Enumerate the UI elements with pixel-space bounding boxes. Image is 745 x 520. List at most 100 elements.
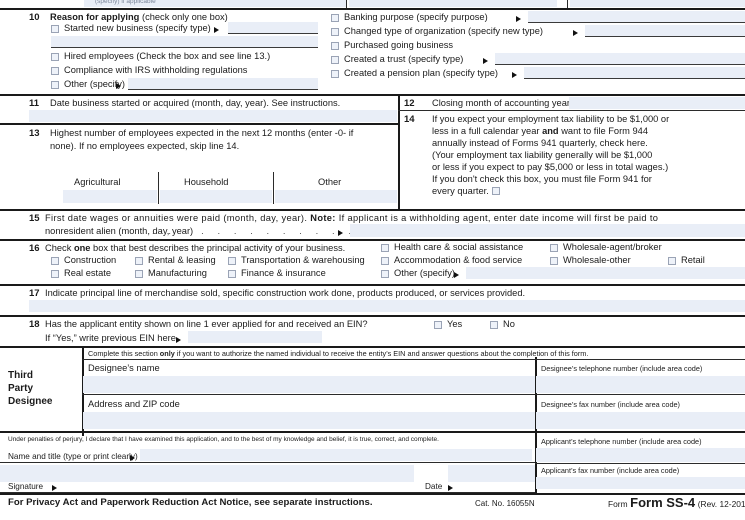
- field-changed-type-organization[interactable]: [585, 25, 745, 36]
- field-designee-fax[interactable]: [536, 412, 745, 429]
- line-13-text-line2: none). If no employees expected, skip li…: [50, 141, 240, 151]
- line-16-lead-b: box that best describes the principal ac…: [90, 243, 346, 253]
- label-accommodation-food-service: Accommodation & food service: [394, 255, 523, 265]
- label-started-new-business: Started new business (specify type): [64, 23, 211, 33]
- top-partial-divider-1: [346, 0, 347, 8]
- signature-label: Signature: [8, 482, 44, 491]
- rule-below-third-party-instruction: [82, 359, 745, 360]
- label-construction: Construction: [64, 255, 117, 265]
- divider-line-13-col1: [158, 172, 159, 204]
- arrow-created-trust: [483, 57, 488, 64]
- label-health-care-social-assistance: Health care & social assistance: [394, 242, 524, 252]
- label-created-pension-plan: Created a pension plan (specify type): [344, 68, 499, 78]
- field-designee-phone[interactable]: [536, 376, 745, 393]
- field-designee-address[interactable]: [83, 412, 535, 429]
- field-other-specify[interactable]: [128, 78, 318, 89]
- checkbox-other-specify-line16[interactable]: [381, 270, 389, 278]
- field-created-pension-plan[interactable]: [524, 67, 745, 78]
- field-date[interactable]: [448, 465, 535, 482]
- field-started-new-business[interactable]: [228, 22, 318, 33]
- top-partial-field-far-right[interactable]: [570, 0, 745, 7]
- underline-changed-type-organization: [585, 36, 745, 37]
- arrow-banking-purpose: [516, 15, 521, 22]
- checkbox-started-new-business[interactable]: [51, 25, 59, 33]
- arrow-line-15: [338, 229, 343, 236]
- checkbox-manufacturing[interactable]: [135, 270, 143, 278]
- checkbox-line-18-no[interactable]: [490, 321, 498, 329]
- checkbox-construction[interactable]: [51, 257, 59, 265]
- checkbox-health-care-social-assistance[interactable]: [381, 244, 389, 252]
- checkbox-purchased-going-business[interactable]: [331, 42, 339, 50]
- field-applicant-fax[interactable]: [536, 477, 745, 489]
- footer-privacy-notice: For Privacy Act and Paperwork Reduction …: [8, 497, 373, 508]
- checkbox-line-14-form-944[interactable]: [492, 187, 500, 195]
- third-party-instruction: Complete this section only if you want t…: [88, 349, 588, 358]
- checkbox-created-pension-plan[interactable]: [331, 70, 339, 78]
- checkbox-changed-type-organization[interactable]: [331, 28, 339, 36]
- line-14-text-1: If you expect your employment tax liabil…: [432, 114, 670, 124]
- field-line-12[interactable]: [569, 97, 745, 109]
- checkbox-line-18-yes[interactable]: [434, 321, 442, 329]
- checkbox-real-estate[interactable]: [51, 270, 59, 278]
- checkbox-transportation-warehousing[interactable]: [228, 257, 236, 265]
- underline-other-specify: [128, 89, 318, 90]
- label-line-18-yes: Yes: [447, 319, 463, 329]
- date-label: Date: [425, 482, 443, 491]
- checkbox-banking-purpose[interactable]: [331, 14, 339, 22]
- arrow-line-18-previous-ein: [176, 336, 181, 343]
- field-line-17[interactable]: [29, 300, 745, 312]
- footer-form-label: Form: [608, 499, 628, 509]
- field-line-13-household[interactable]: [160, 190, 272, 203]
- line-14-number: 14: [404, 114, 415, 125]
- arrow-other-specify: [116, 82, 121, 89]
- field-signature[interactable]: [0, 465, 414, 482]
- line-14-text-2a: less in a full calendar year: [432, 126, 543, 136]
- divider-line-13-col2: [273, 172, 274, 204]
- label-finance-insurance: Finance & insurance: [241, 268, 326, 278]
- field-line-13-other[interactable]: [275, 190, 397, 203]
- rule-above-line13: [0, 123, 398, 125]
- line-14-text-6: If you don't check this box, you must fi…: [432, 174, 652, 184]
- rule-below-line17: [0, 315, 745, 317]
- line-11-text: Date business started or acquired (month…: [50, 98, 341, 108]
- checkbox-compliance-irs-withholding[interactable]: [51, 67, 59, 75]
- name-title-label: Name and title (type or print clearly): [8, 452, 138, 461]
- line-15-text-line1: First date wages or annuities were paid …: [45, 213, 658, 225]
- label-created-trust: Created a trust (specify type): [344, 54, 464, 64]
- arrow-date: [448, 485, 453, 491]
- field-started-new-business-line2[interactable]: [51, 36, 318, 47]
- field-designee-name[interactable]: [83, 376, 535, 393]
- checkbox-rental-leasing[interactable]: [135, 257, 143, 265]
- checkbox-hired-employees[interactable]: [51, 53, 59, 61]
- arrow-changed-type-organization: [573, 29, 578, 36]
- checkbox-retail[interactable]: [668, 257, 676, 265]
- line-10-title-note: (check only one box): [141, 12, 228, 22]
- rule-below-applicant-phone: [535, 463, 745, 464]
- field-name-title[interactable]: [140, 449, 532, 461]
- field-other-specify-line16[interactable]: [466, 267, 745, 279]
- line-12-text: Closing month of accounting year: [432, 98, 570, 108]
- rule-above-third-party: [0, 346, 745, 348]
- checkbox-wholesale-agent-broker[interactable]: [550, 244, 558, 252]
- field-banking-purpose[interactable]: [528, 11, 745, 22]
- rule-above-line10: [0, 8, 745, 10]
- underline-created-trust: [495, 64, 745, 65]
- line-10-title-bold: Reason for applying: [50, 12, 140, 22]
- field-applicant-phone[interactable]: [536, 448, 745, 462]
- field-line-13-agricultural[interactable]: [63, 190, 157, 203]
- top-partial-field-right[interactable]: [349, 0, 557, 7]
- top-partial-text: (specify) if applicable: [95, 0, 156, 5]
- checkbox-wholesale-other[interactable]: [550, 257, 558, 265]
- checkbox-created-trust[interactable]: [331, 56, 339, 64]
- label-rental-leasing: Rental & leasing: [148, 255, 216, 265]
- arrow-started-new-business: [214, 26, 219, 33]
- field-line-18-previous-ein[interactable]: [188, 331, 322, 343]
- checkbox-other-specify[interactable]: [51, 81, 59, 89]
- field-created-trust[interactable]: [495, 53, 745, 64]
- field-line-11[interactable]: [29, 110, 397, 122]
- checkbox-accommodation-food-service[interactable]: [381, 257, 389, 265]
- line-15-number: 15: [29, 213, 40, 224]
- field-line-15[interactable]: [350, 224, 745, 237]
- checkbox-finance-insurance[interactable]: [228, 270, 236, 278]
- footer-cat-no: Cat. No. 16055N: [475, 499, 535, 508]
